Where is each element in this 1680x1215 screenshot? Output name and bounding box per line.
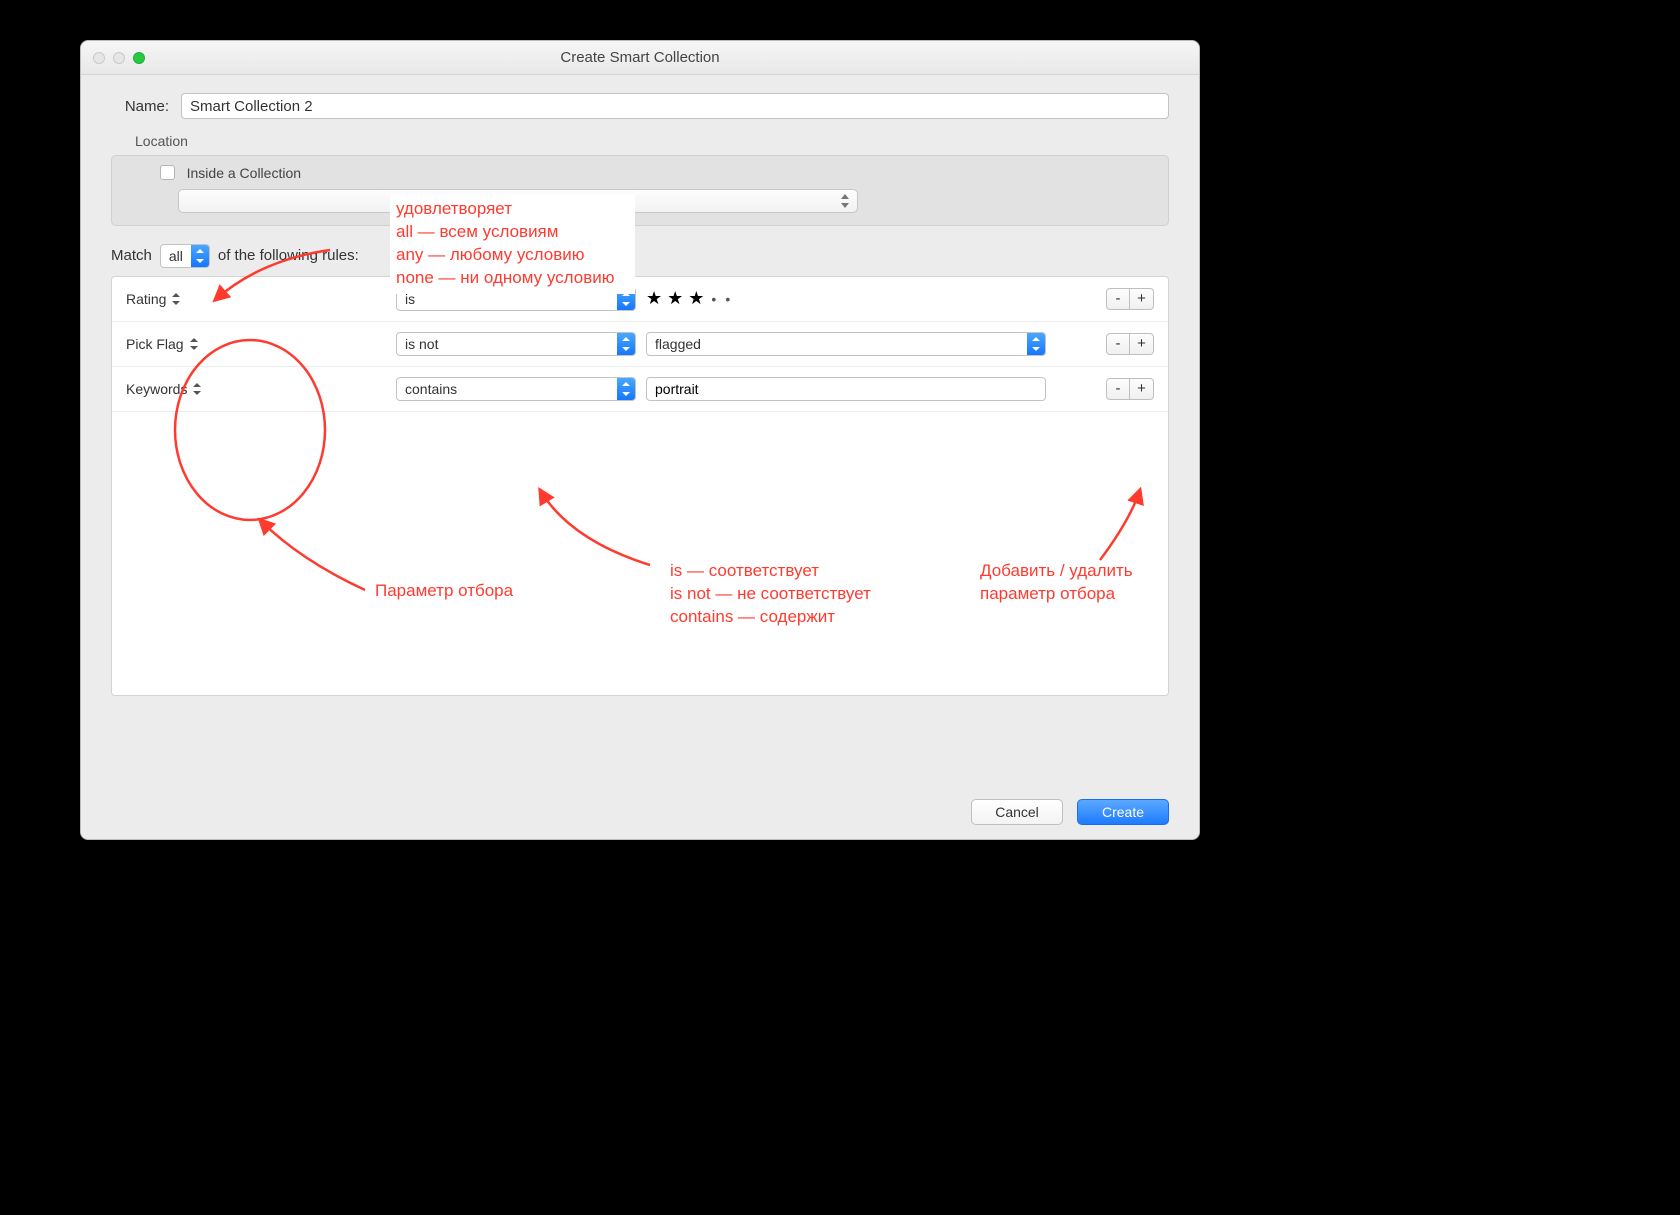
rules-panel: Rating is ★ ★ ★ • • - + bbox=[111, 276, 1169, 696]
dropdown-knob-icon bbox=[617, 288, 635, 310]
dropdown-knob-icon bbox=[1027, 333, 1045, 355]
criteria-label: Pick Flag bbox=[126, 336, 184, 352]
operator-value: is bbox=[397, 291, 617, 307]
criteria-select[interactable]: Rating bbox=[126, 291, 386, 307]
operator-value: is not bbox=[397, 336, 617, 352]
dialog-window: Create Smart Collection Name: Location I… bbox=[80, 40, 1200, 840]
sort-icon bbox=[193, 383, 201, 395]
value-select[interactable]: flagged bbox=[646, 332, 1046, 356]
window-minimize-icon[interactable] bbox=[113, 52, 125, 64]
rule-row: Rating is ★ ★ ★ • • - + bbox=[112, 277, 1168, 322]
location-section-label: Location bbox=[135, 133, 1169, 149]
sort-icon bbox=[190, 338, 198, 350]
name-input[interactable] bbox=[181, 93, 1169, 119]
add-rule-button[interactable]: + bbox=[1130, 378, 1154, 400]
collection-select[interactable] bbox=[178, 189, 858, 213]
add-rule-button[interactable]: + bbox=[1130, 288, 1154, 310]
remove-rule-button[interactable]: - bbox=[1106, 333, 1130, 355]
rule-row: Pick Flag is not flagged - + bbox=[112, 322, 1168, 367]
window-close-icon[interactable] bbox=[93, 52, 105, 64]
criteria-select[interactable]: Keywords bbox=[126, 381, 386, 397]
criteria-select[interactable]: Pick Flag bbox=[126, 336, 386, 352]
titlebar: Create Smart Collection bbox=[81, 41, 1199, 75]
dropdown-knob-icon bbox=[617, 378, 635, 400]
operator-select[interactable]: is bbox=[396, 287, 636, 311]
star-icon: ★ bbox=[688, 288, 707, 309]
dropdown-knob-icon bbox=[191, 245, 209, 267]
inside-collection-label: Inside a Collection bbox=[187, 165, 301, 181]
match-suffix: of the following rules: bbox=[218, 247, 359, 264]
rule-row: Keywords contains - + bbox=[112, 367, 1168, 412]
value-label: flagged bbox=[647, 336, 1027, 352]
location-box: Inside a Collection bbox=[111, 155, 1169, 226]
remove-rule-button[interactable]: - bbox=[1106, 378, 1130, 400]
criteria-label: Keywords bbox=[126, 381, 187, 397]
sort-icon bbox=[172, 293, 180, 305]
criteria-label: Rating bbox=[126, 291, 166, 307]
inside-collection-checkbox[interactable] bbox=[160, 165, 175, 180]
stepper-arrows-icon bbox=[841, 194, 849, 208]
create-button[interactable]: Create bbox=[1077, 799, 1169, 825]
operator-select[interactable]: contains bbox=[396, 377, 636, 401]
add-rule-button[interactable]: + bbox=[1130, 333, 1154, 355]
window-title: Create Smart Collection bbox=[81, 49, 1199, 66]
rating-stars[interactable]: ★ ★ ★ • • bbox=[646, 288, 735, 309]
star-empty-icon: • bbox=[709, 291, 721, 307]
value-input[interactable] bbox=[646, 377, 1046, 401]
operator-value: contains bbox=[397, 381, 617, 397]
match-prefix: Match bbox=[111, 247, 152, 264]
name-label: Name: bbox=[111, 98, 169, 115]
window-zoom-icon[interactable] bbox=[133, 52, 145, 64]
match-mode-value: all bbox=[161, 248, 191, 264]
star-empty-icon: • bbox=[723, 291, 735, 307]
star-icon: ★ bbox=[667, 288, 686, 309]
remove-rule-button[interactable]: - bbox=[1106, 288, 1130, 310]
match-mode-select[interactable]: all bbox=[160, 244, 210, 268]
operator-select[interactable]: is not bbox=[396, 332, 636, 356]
dropdown-knob-icon bbox=[617, 333, 635, 355]
cancel-button[interactable]: Cancel bbox=[971, 799, 1063, 825]
star-icon: ★ bbox=[646, 288, 665, 309]
